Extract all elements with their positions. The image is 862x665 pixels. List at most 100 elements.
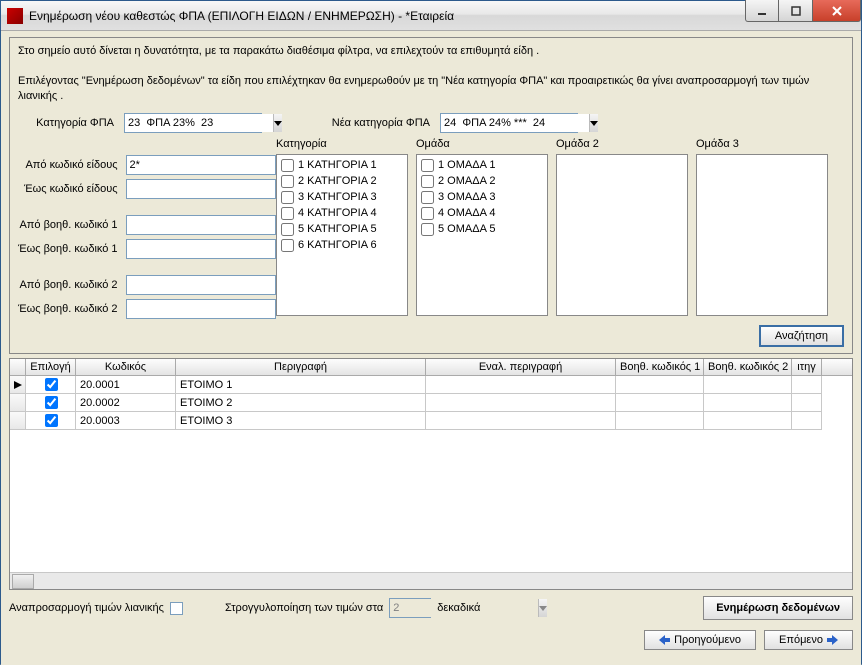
cell-alt	[426, 412, 616, 430]
minimize-button[interactable]	[745, 0, 779, 22]
category-label: 2 ΚΑΤΗΓΟΡΙΑ 2	[298, 174, 377, 189]
group-item[interactable]: 4 ΟΜΑΔΑ 4	[421, 205, 543, 221]
to-code-label: Έως κωδικό είδους	[18, 182, 122, 197]
prev-button[interactable]: Προηγούμενο	[644, 630, 756, 650]
chevron-down-icon[interactable]	[538, 599, 547, 617]
category-item[interactable]: 2 ΚΑΤΗΓΟΡΙΑ 2	[281, 173, 403, 189]
group3-header: Ομάδα 3	[696, 137, 828, 154]
next-button[interactable]: Επόμενο	[764, 630, 853, 650]
cell-alt	[426, 376, 616, 394]
category-checkbox[interactable]	[281, 159, 294, 172]
category-checkbox[interactable]	[281, 191, 294, 204]
from-code-label: Από κωδικό είδους	[18, 158, 122, 173]
col-alt[interactable]: Εναλ. περιγραφή	[426, 359, 616, 375]
group2-list[interactable]	[556, 154, 688, 316]
group-item[interactable]: 1 ΟΜΑΔΑ 1	[421, 157, 543, 173]
category-label: 1 ΚΑΤΗΓΟΡΙΑ 1	[298, 158, 377, 173]
group-checkbox[interactable]	[421, 223, 434, 236]
cell-b2	[704, 394, 792, 412]
vat-cat-input[interactable]	[125, 114, 273, 132]
new-vat-cat-input[interactable]	[441, 114, 589, 132]
table-row[interactable]: 20.0001ETOIMO 1	[10, 376, 852, 394]
round-label-pre: Στρογγυλοποίηση των τιμών στα	[225, 602, 383, 614]
cell-b2	[704, 412, 792, 430]
categories-header: Κατηγορία	[276, 137, 408, 154]
round-decimals-combo[interactable]	[389, 598, 431, 618]
h-scrollbar[interactable]	[10, 572, 852, 589]
group-item[interactable]: 3 ΟΜΑΔΑ 3	[421, 189, 543, 205]
vat-cat-combo[interactable]	[124, 113, 262, 133]
cell-desc: ETOIMO 2	[176, 394, 426, 412]
row-checkbox[interactable]	[45, 414, 58, 427]
search-button[interactable]: Αναζήτηση	[759, 325, 844, 347]
reprice-checkbox[interactable]	[170, 602, 183, 615]
category-label: 4 ΚΑΤΗΓΟΡΙΑ 4	[298, 206, 377, 221]
group-checkbox[interactable]	[421, 175, 434, 188]
table-row[interactable]: 20.0002ETOIMO 2	[10, 394, 852, 412]
col-b1[interactable]: Βοηθ. κωδικός 1	[616, 359, 704, 375]
vat-cat-label: Κατηγορία ΦΠΑ	[18, 116, 118, 131]
cell-b1	[616, 376, 704, 394]
category-label: 6 ΚΑΤΗΓΟΡΙΑ 6	[298, 238, 377, 253]
cell-select[interactable]	[26, 394, 76, 412]
row-checkbox[interactable]	[45, 378, 58, 391]
col-code[interactable]: Κωδικός	[76, 359, 176, 375]
group-label: 4 ΟΜΑΔΑ 4	[438, 206, 495, 221]
category-item[interactable]: 5 ΚΑΤΗΓΟΡΙΑ 5	[281, 221, 403, 237]
group-item[interactable]: 2 ΟΜΑΔΑ 2	[421, 173, 543, 189]
col-last[interactable]: ιτηγ	[792, 359, 822, 375]
arrow-left-icon	[659, 635, 671, 645]
group-checkbox[interactable]	[421, 159, 434, 172]
row-marker-header	[10, 359, 26, 375]
category-checkbox[interactable]	[281, 175, 294, 188]
category-item[interactable]: 3 ΚΑΤΗΓΟΡΙΑ 3	[281, 189, 403, 205]
grid-body[interactable]: 20.0001ETOIMO 120.0002ETOIMO 220.0003ETO…	[10, 376, 852, 572]
table-row[interactable]: 20.0003ETOIMO 3	[10, 412, 852, 430]
intro-line2: Επιλέγοντας "Ενημέρωση δεδομένων" τα είδ…	[18, 74, 844, 104]
to-code-input[interactable]	[126, 179, 276, 199]
chevron-down-icon[interactable]	[589, 114, 598, 132]
update-button[interactable]: Ενημέρωση δεδομένων	[703, 596, 853, 620]
groups-list[interactable]: 1 ΟΜΑΔΑ 12 ΟΜΑΔΑ 23 ΟΜΑΔΑ 34 ΟΜΑΔΑ 45 ΟΜ…	[416, 154, 548, 316]
from-code-input[interactable]	[126, 155, 276, 175]
intro-box: Στο σημείο αυτό δίνεται η δυνατότητα, με…	[9, 37, 853, 354]
col-desc[interactable]: Περιγραφή	[176, 359, 426, 375]
from-b2-input[interactable]	[126, 275, 276, 295]
cell-code: 20.0003	[76, 412, 176, 430]
col-b2[interactable]: Βοηθ. κωδικός 2	[704, 359, 792, 375]
window-controls	[745, 1, 861, 30]
intro-line1: Στο σημείο αυτό δίνεται η δυνατότητα, με…	[18, 44, 844, 59]
chevron-down-icon[interactable]	[273, 114, 282, 132]
category-checkbox[interactable]	[281, 239, 294, 252]
maximize-button[interactable]	[779, 0, 813, 22]
cell-alt	[426, 394, 616, 412]
categories-list[interactable]: 1 ΚΑΤΗΓΟΡΙΑ 12 ΚΑΤΗΓΟΡΙΑ 23 ΚΑΤΗΓΟΡΙΑ 34…	[276, 154, 408, 316]
row-marker	[10, 394, 26, 412]
to-b1-input[interactable]	[126, 239, 276, 259]
group-checkbox[interactable]	[421, 207, 434, 220]
cell-select[interactable]	[26, 412, 76, 430]
category-label: 3 ΚΑΤΗΓΟΡΙΑ 3	[298, 190, 377, 205]
cell-select[interactable]	[26, 376, 76, 394]
prev-label: Προηγούμενο	[674, 634, 741, 646]
category-item[interactable]: 6 ΚΑΤΗΓΟΡΙΑ 6	[281, 237, 403, 253]
to-b2-input[interactable]	[126, 299, 276, 319]
category-checkbox[interactable]	[281, 207, 294, 220]
cell-b1	[616, 394, 704, 412]
cell-last	[792, 376, 822, 394]
from-b1-input[interactable]	[126, 215, 276, 235]
group-item[interactable]: 5 ΟΜΑΔΑ 5	[421, 221, 543, 237]
nav-bar: Προηγούμενο Επόμενο	[9, 630, 853, 650]
from-b1-label: Από βοηθ. κωδικό 1	[18, 218, 122, 233]
row-checkbox[interactable]	[45, 396, 58, 409]
client-area: Στο σημείο αυτό δίνεται η δυνατότητα, με…	[1, 31, 861, 665]
new-vat-cat-combo[interactable]	[440, 113, 578, 133]
group3-list[interactable]	[696, 154, 828, 316]
group-checkbox[interactable]	[421, 191, 434, 204]
col-select[interactable]: Επιλογή	[26, 359, 76, 375]
category-item[interactable]: 1 ΚΑΤΗΓΟΡΙΑ 1	[281, 157, 403, 173]
window-frame: Ενημέρωση νέου καθεστώς ΦΠΑ (ΕΠΙΛΟΓΗ ΕΙΔ…	[0, 0, 862, 664]
close-button[interactable]	[813, 0, 861, 22]
category-item[interactable]: 4 ΚΑΤΗΓΟΡΙΑ 4	[281, 205, 403, 221]
category-checkbox[interactable]	[281, 223, 294, 236]
